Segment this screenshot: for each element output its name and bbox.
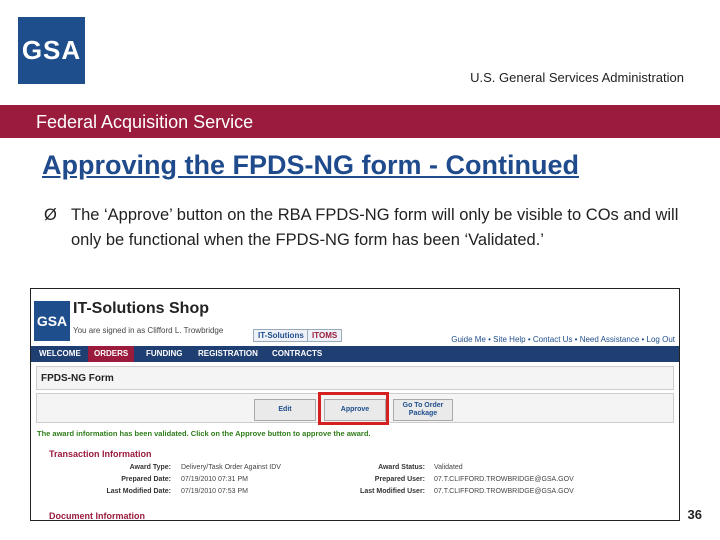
form-title: FPDS-NG Form [41,373,114,384]
signed-in-text: You are signed in as Clifford L. Trowbri… [73,326,224,335]
menu-funding[interactable]: FUNDING [146,349,182,358]
go-to-order-package-button[interactable]: Go To Order Package [393,399,453,421]
tab-it-solutions[interactable]: IT-Solutions [253,329,309,342]
service-bar: Federal Acquisition Service [0,105,720,138]
validation-message: The award information has been validated… [37,429,371,438]
award-status-value: Validated [434,464,463,471]
bullet-text: The ‘Approve’ button on the RBA FPDS-NG … [71,206,679,249]
form-title-panel: FPDS-NG Form [36,366,674,390]
award-status-label: Award Status: [378,464,425,471]
top-links[interactable]: Guide Me • Site Help • Contact Us • Need… [451,335,675,344]
bullet-point: Ø The ‘Approve’ button on the RBA FPDS-N… [44,203,704,253]
last-modified-user-value: 07.T.CLIFFORD.TROWBRIDGE@GSA.GOV [434,488,574,495]
page-number: 36 [687,507,702,522]
award-type-value: Delivery/Task Order Against IDV [181,464,281,471]
arrow-bullet-icon: Ø [44,206,57,224]
prepared-user-label: Prepared User: [374,476,425,483]
last-modified-user-label: Last Modified User: [360,488,425,495]
shop-header: GSA IT-Solutions Shop You are signed in … [31,289,679,346]
slide-title: Approving the FPDS-NG form - Continued [42,150,579,180]
edit-button[interactable]: Edit [254,399,316,421]
award-type-label: Award Type: [129,464,171,471]
embedded-screenshot: GSA IT-Solutions Shop You are signed in … [30,288,680,521]
tab-itoms[interactable]: ITOMS [307,329,343,342]
transaction-section-title: Transaction Information [49,449,152,459]
main-menu: WELCOME ORDERS FUNDING REGISTRATION CONT… [31,346,679,362]
gsa-logo: GSA [18,17,85,84]
menu-welcome[interactable]: WELCOME [39,349,81,358]
prepared-date-label: Prepared Date: [121,476,171,483]
prepared-date-value: 07/19/2010 07:31 PM [181,476,248,483]
last-modified-date-label: Last Modified Date: [106,488,171,495]
approve-highlight-box [318,392,389,425]
menu-orders[interactable]: ORDERS [88,346,135,362]
app-title: IT-Solutions Shop [73,300,209,317]
menu-contracts[interactable]: CONTRACTS [272,349,322,358]
service-bar-label: Federal Acquisition Service [36,112,254,132]
agency-name: U.S. General Services Administration [470,70,684,85]
menu-registration[interactable]: REGISTRATION [198,349,258,358]
gsa-logo-small: GSA [34,301,70,341]
document-section-title: Document Information [49,511,145,521]
last-modified-date-value: 07/19/2010 07:53 PM [181,488,248,495]
prepared-user-value: 07.T.CLIFFORD.TROWBRIDGE@GSA.GOV [434,476,574,483]
